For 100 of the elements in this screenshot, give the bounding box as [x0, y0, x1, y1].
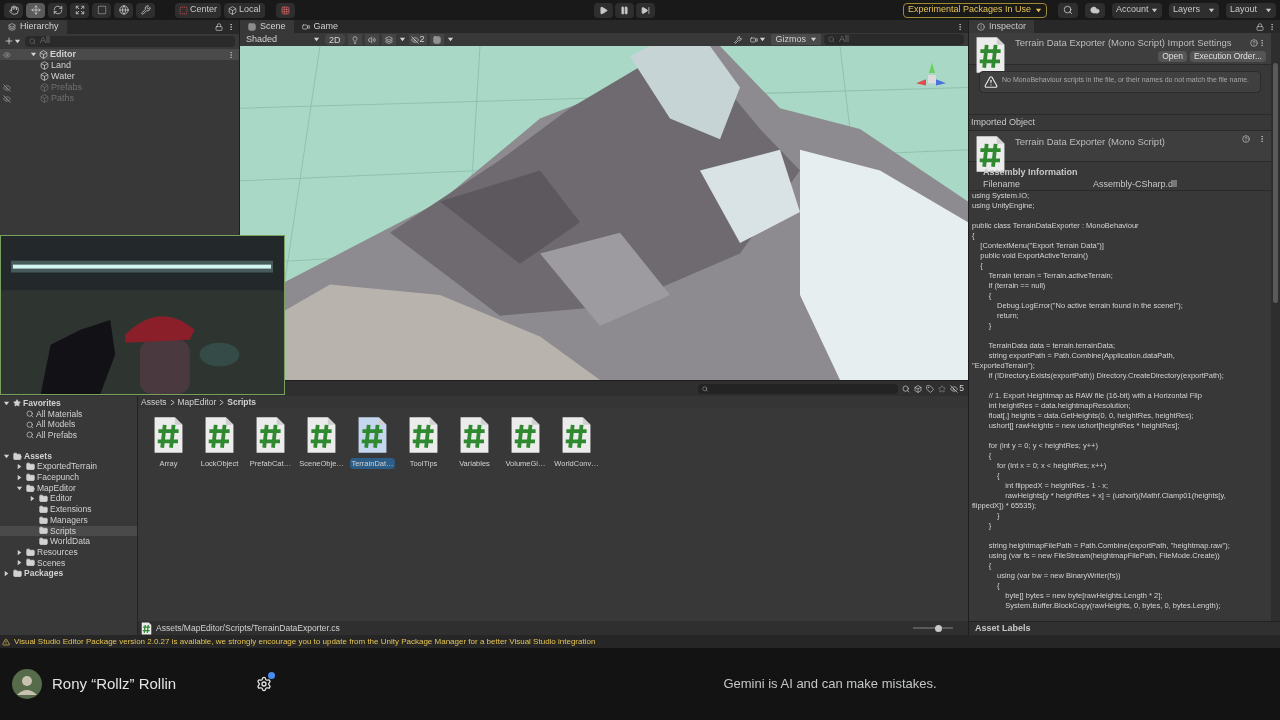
scene-tab[interactable]: Scene — [240, 20, 294, 33]
avatar-icon — [12, 669, 42, 699]
rotate-icon — [52, 5, 63, 15]
custom-tool-button[interactable] — [136, 2, 155, 18]
script-file-icon — [356, 416, 389, 454]
pivot-button[interactable]: Local — [224, 2, 265, 18]
folder-tree-item[interactable]: MapEditor — [37, 481, 76, 495]
cloud-icon — [1090, 5, 1100, 15]
more-icon — [956, 22, 964, 31]
lock-icon — [215, 23, 223, 31]
caret-down-icon — [810, 36, 817, 43]
folder-tree-item[interactable]: Favorites — [23, 396, 61, 410]
eye-icon — [3, 50, 11, 59]
breadcrumb-link[interactable]: Assets — [141, 395, 167, 409]
folder-icon — [26, 472, 35, 482]
pause-button[interactable] — [614, 2, 634, 18]
script-file-icon — [152, 416, 185, 454]
more-icon — [1258, 39, 1266, 48]
inspector-button[interactable]: Open — [1158, 51, 1187, 63]
caret-down-icon — [16, 484, 23, 492]
folder-tree-item[interactable]: Editor — [50, 492, 73, 506]
search-icon — [702, 385, 709, 392]
user-name: Rony “Rollz” Rollin — [52, 673, 177, 694]
breadcrumb-link[interactable]: Scripts — [227, 395, 257, 409]
inspector-button[interactable]: Execution Order... — [1189, 51, 1266, 63]
folder-tree-item[interactable]: Assets — [24, 449, 52, 463]
script-file-icon — [254, 416, 287, 454]
zoom-slider[interactable] — [913, 624, 953, 632]
step-button[interactable] — [635, 2, 655, 18]
script-file-icon — [305, 416, 338, 454]
transform-icon — [118, 5, 129, 15]
gizmos-dropdown[interactable]: Gizmos — [771, 34, 821, 45]
caret-down-icon — [759, 36, 767, 43]
menu-dropdown[interactable]: Layout — [1226, 2, 1276, 18]
play-button[interactable] — [593, 2, 613, 18]
search-icon — [1063, 5, 1073, 15]
caret-down-icon — [1151, 6, 1158, 14]
script-file-icon — [974, 36, 1007, 74]
pause-icon — [619, 5, 629, 15]
folder-icon — [39, 505, 48, 515]
grid-button[interactable] — [429, 34, 444, 45]
pivot-button[interactable]: Center — [175, 2, 221, 18]
scene-icon — [39, 50, 48, 59]
more-icon — [1268, 22, 1276, 31]
folder-tree-item[interactable]: Extensions — [50, 503, 92, 516]
hidden-objects-button[interactable]: 2 — [408, 34, 427, 45]
2d-toggle-button[interactable]: 2D — [325, 34, 345, 45]
plus-icon — [4, 36, 14, 46]
folder-tree-item[interactable]: Resources — [37, 545, 78, 559]
help-icon — [1242, 135, 1250, 143]
eye-off-icon — [950, 384, 959, 393]
rotate-tool-button[interactable] — [48, 2, 67, 18]
add-button[interactable] — [4, 36, 21, 46]
play-icon — [598, 5, 608, 15]
folder-tree-item[interactable]: WorldData — [50, 535, 90, 548]
folder-tree-item[interactable]: All Prefabs — [36, 429, 78, 442]
transform-tool-button[interactable] — [114, 2, 133, 18]
scene-tab[interactable]: Game — [293, 20, 347, 33]
audio-button[interactable] — [364, 34, 379, 45]
breadcrumb-link[interactable]: MapEditor — [177, 395, 217, 409]
experimental-packages-button[interactable]: Experimental Packages In Use — [902, 2, 1047, 18]
grid-snap-button[interactable] — [275, 2, 295, 18]
caret-down-icon — [1035, 6, 1042, 14]
folder-tree-item[interactable]: Packages — [24, 567, 64, 581]
hierarchy-tab[interactable]: Hierarchy — [0, 20, 67, 34]
caret-down-icon — [446, 36, 454, 43]
folder-icon — [26, 462, 35, 472]
search-filter-icon — [902, 384, 911, 393]
cloud-button[interactable] — [1085, 2, 1105, 18]
caret-down-icon — [14, 37, 21, 45]
step-icon — [640, 5, 650, 15]
folder-tree-item[interactable]: Scenes — [37, 556, 66, 570]
folder-tree-item[interactable]: All Models — [36, 418, 76, 432]
property-label: Filename — [983, 178, 1021, 190]
move-tool-button[interactable] — [26, 2, 45, 18]
folder-tree-item[interactable]: Managers — [50, 513, 88, 527]
slider-thumb[interactable] — [934, 624, 942, 632]
scale-tool-button[interactable] — [70, 2, 89, 18]
shading-dropdown[interactable]: Shaded — [244, 34, 322, 45]
effects-button[interactable] — [381, 34, 396, 45]
hidden-packages-button[interactable]: 5 — [950, 382, 964, 395]
lighting-button[interactable] — [347, 34, 362, 45]
script-file-icon — [203, 416, 236, 454]
search-icon — [29, 37, 36, 45]
search-field[interactable] — [698, 383, 899, 394]
hidden-eye-icon — [3, 94, 11, 103]
rect-tool-button[interactable] — [92, 2, 111, 18]
hand-tool-button[interactable] — [4, 2, 23, 18]
folder-tree-item[interactable]: ExportedTerrain — [37, 460, 97, 474]
settings-icon — [256, 676, 272, 692]
menu-dropdown[interactable]: Account — [1112, 2, 1162, 18]
folder-tree-item[interactable]: Facepunch — [37, 471, 80, 484]
inspector-tab[interactable]: Inspector — [969, 20, 1035, 33]
search-button[interactable] — [1058, 2, 1078, 18]
caret-down-icon — [313, 36, 320, 43]
folder-tree-item[interactable]: All Materials — [36, 407, 83, 421]
warning-icon — [2, 637, 10, 646]
cube-icon — [228, 5, 237, 15]
folder-icon — [13, 569, 22, 579]
menu-dropdown[interactable]: Layers — [1169, 2, 1219, 18]
